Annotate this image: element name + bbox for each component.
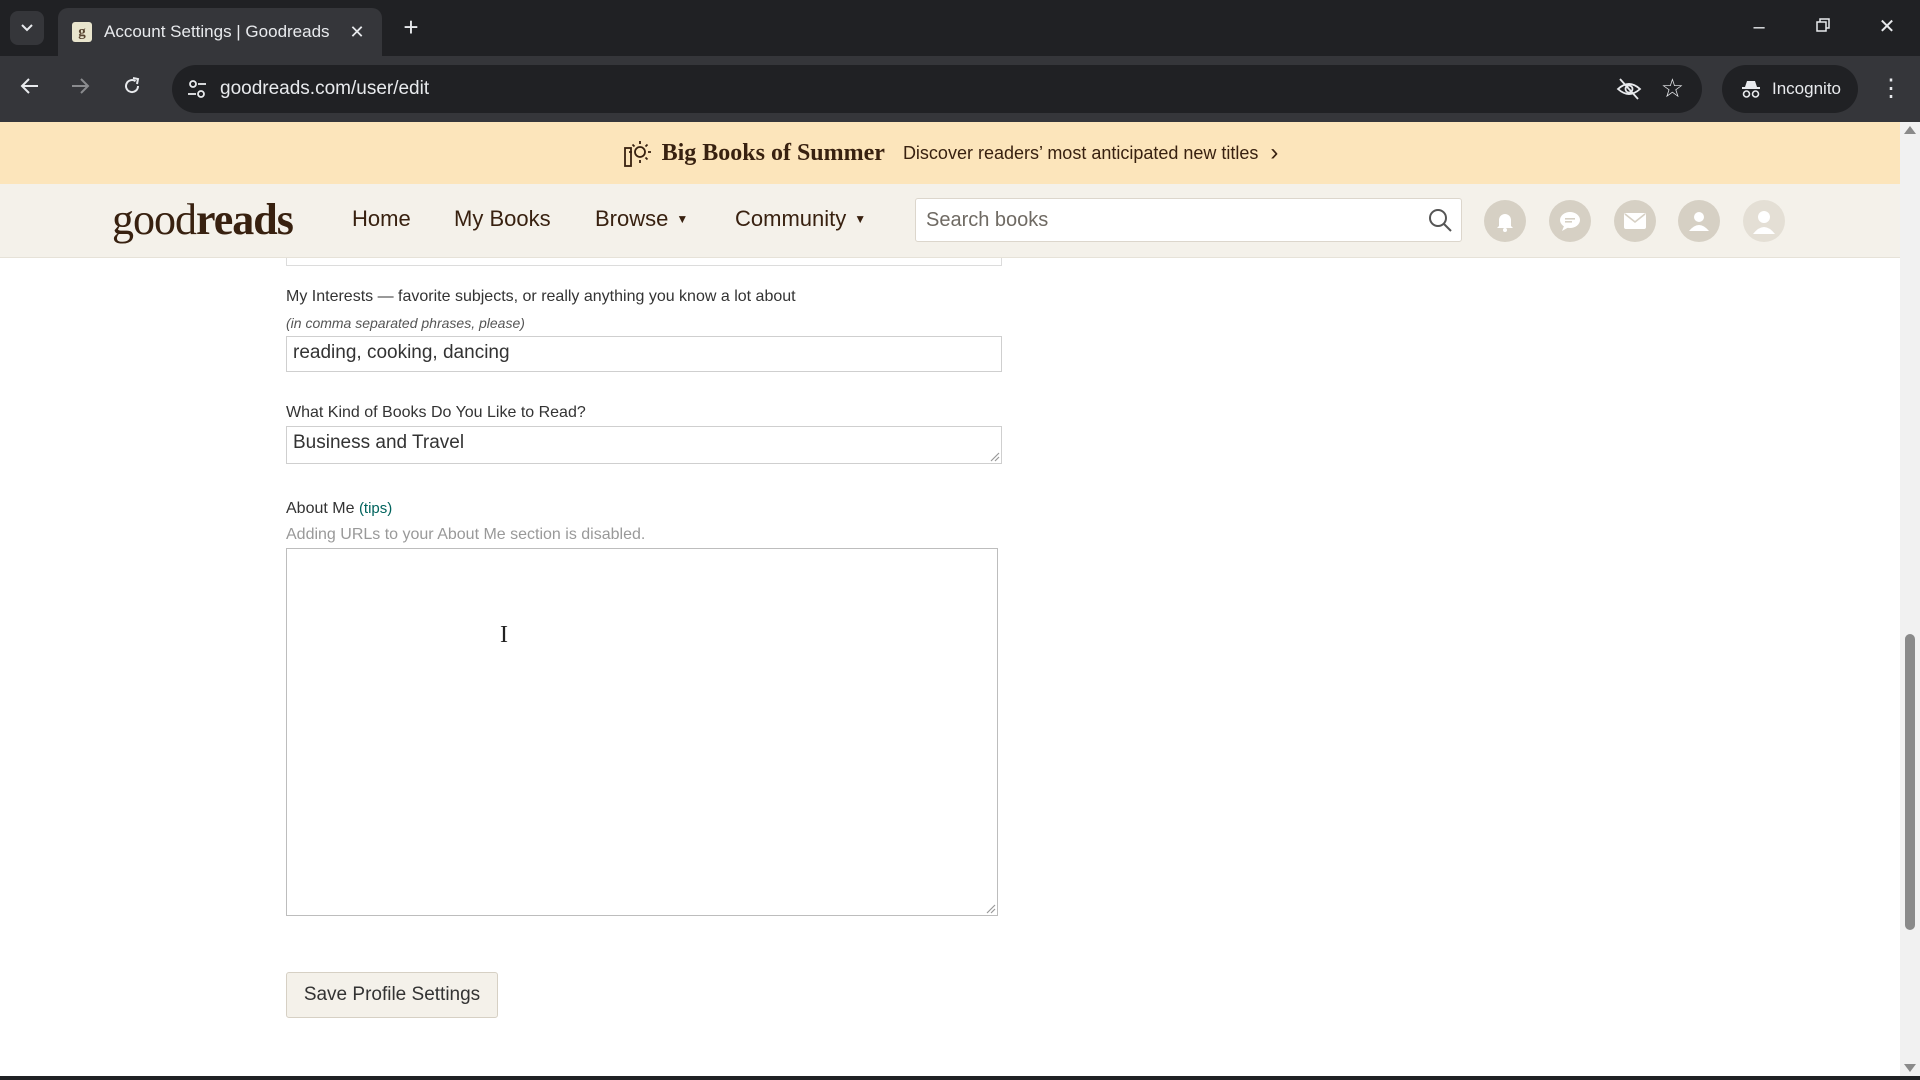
bookmark-star-icon[interactable]: ☆ xyxy=(1661,73,1684,104)
resize-handle-icon[interactable] xyxy=(988,450,1000,462)
discussions-icon[interactable] xyxy=(1549,200,1591,242)
about-me-url-note: Adding URLs to your About Me section is … xyxy=(286,526,646,543)
profile-settings-form: My Interests — favorite subjects, or rea… xyxy=(0,258,1900,1080)
forward-button[interactable] xyxy=(63,72,97,106)
nav-browse[interactable]: Browse ▼ xyxy=(595,206,688,232)
scroll-down-arrow-icon[interactable] xyxy=(1904,1064,1916,1072)
interests-label: My Interests — favorite subjects, or rea… xyxy=(286,288,796,305)
interests-hint: (in comma separated phrases, please) xyxy=(286,315,525,331)
logo-text-bold: reads xyxy=(196,195,294,244)
books-textarea[interactable]: Business and Travel xyxy=(286,426,1002,464)
nav-community[interactable]: Community ▼ xyxy=(735,206,866,232)
nav-browse-label: Browse xyxy=(595,206,669,231)
save-profile-settings-button[interactable]: Save Profile Settings xyxy=(286,972,498,1018)
about-me-label: About Me xyxy=(286,500,355,517)
chevron-right-icon[interactable]: › xyxy=(1270,139,1278,167)
url-text: goodreads.com/user/edit xyxy=(220,78,430,99)
arrow-left-icon xyxy=(20,78,38,94)
text-cursor-icon: I xyxy=(500,622,508,648)
books-label: What Kind of Books Do You Like to Read? xyxy=(286,404,586,421)
resize-handle-icon[interactable] xyxy=(984,902,996,914)
site-settings-icon[interactable] xyxy=(182,74,212,104)
caret-down-icon: ▼ xyxy=(676,212,689,226)
search-input[interactable] xyxy=(926,207,1406,233)
site-header: goodreads Home My Books Browse ▼ Communit… xyxy=(0,184,1900,258)
incognito-label: Incognito xyxy=(1772,79,1841,98)
promo-banner[interactable]: Big Books of Summer Discover readers’ mo… xyxy=(0,122,1900,184)
browser-toolbar: goodreads.com/user/edit ☆ Incognito ⋮ xyxy=(0,56,1920,122)
profile-icon[interactable] xyxy=(1743,200,1785,242)
messages-icon[interactable] xyxy=(1614,200,1656,242)
address-bar[interactable]: goodreads.com/user/edit ☆ xyxy=(172,65,1702,113)
nav-home[interactable]: Home xyxy=(352,206,411,232)
nav-community-label: Community xyxy=(735,206,847,231)
back-button[interactable] xyxy=(13,72,47,106)
restore-icon xyxy=(1816,18,1830,32)
scroll-up-arrow-icon[interactable] xyxy=(1904,126,1916,134)
tab-close-icon[interactable]: ✕ xyxy=(346,22,368,43)
envelope-icon xyxy=(1624,213,1646,229)
search-icon[interactable] xyxy=(1427,207,1453,233)
previous-field-edge xyxy=(286,258,1002,266)
reload-icon xyxy=(125,77,140,94)
goodreads-favicon-icon: g xyxy=(72,22,92,42)
restore-button[interactable] xyxy=(1800,10,1846,44)
books-value: Business and Travel xyxy=(293,432,465,453)
chevron-down-icon xyxy=(21,24,33,32)
about-me-textarea[interactable] xyxy=(286,548,998,916)
tab-title: Account Settings | Goodreads xyxy=(104,22,330,41)
notifications-icon[interactable] xyxy=(1484,200,1526,242)
goodreads-logo[interactable]: goodreads xyxy=(112,194,294,245)
window-bottom-edge xyxy=(0,1076,1920,1080)
bell-icon xyxy=(1497,214,1513,232)
tab-search-button[interactable] xyxy=(10,11,44,45)
speech-bubble-icon xyxy=(1560,212,1580,231)
friends-icon[interactable] xyxy=(1678,200,1720,242)
browser-tabstrip: g Account Settings | Goodreads ✕ + – ✕ xyxy=(0,0,1920,56)
page-scrollbar[interactable] xyxy=(1900,122,1920,1080)
sun-icon xyxy=(623,141,651,167)
arrow-right-icon xyxy=(72,78,90,94)
browser-menu-button[interactable]: ⋮ xyxy=(1876,72,1906,106)
logo-text-light: good xyxy=(112,195,197,244)
browser-tab-active[interactable]: g Account Settings | Goodreads ✕ xyxy=(58,8,382,56)
eye-off-icon[interactable] xyxy=(1616,77,1642,101)
banner-title: Big Books of Summer xyxy=(661,139,885,166)
nav-my-books[interactable]: My Books xyxy=(454,206,551,232)
caret-down-icon: ▼ xyxy=(854,212,867,226)
incognito-icon xyxy=(1742,81,1760,98)
people-icon xyxy=(1689,212,1709,231)
banner-text[interactable]: Discover readers’ most anticipated new t… xyxy=(903,143,1258,164)
new-tab-button[interactable]: + xyxy=(396,12,426,42)
close-window-button[interactable]: ✕ xyxy=(1864,10,1910,44)
about-me-label-row: About Me (tips) xyxy=(286,500,392,518)
about-me-tips-link[interactable]: (tips) xyxy=(359,500,392,517)
search-box xyxy=(915,198,1462,242)
avatar xyxy=(1753,211,1775,234)
reload-button[interactable] xyxy=(115,72,149,106)
incognito-profile-button[interactable]: Incognito xyxy=(1722,65,1858,113)
scroll-thumb[interactable] xyxy=(1905,634,1915,930)
minimize-button[interactable]: – xyxy=(1736,10,1782,44)
interests-input[interactable]: reading, cooking, dancing xyxy=(286,336,1002,372)
